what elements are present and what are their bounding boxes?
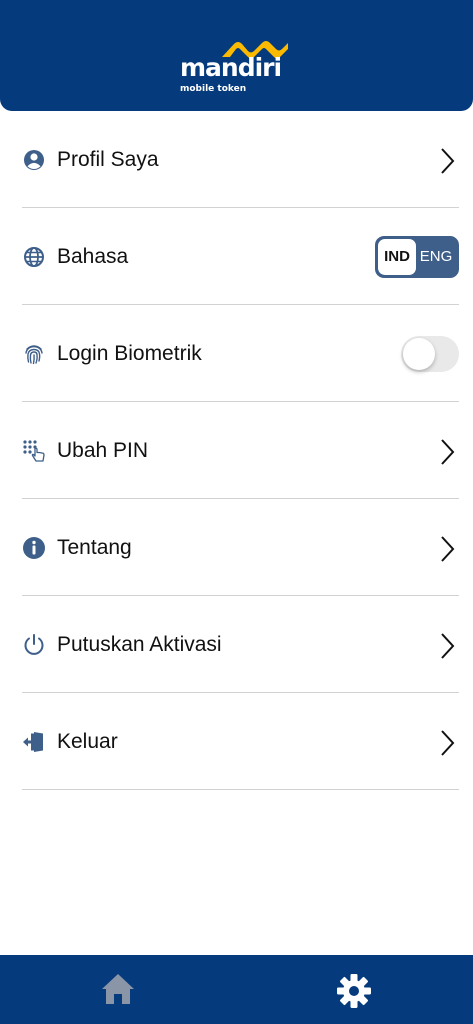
chevron-right-icon — [441, 730, 455, 756]
menu-item-label: Ubah PIN — [57, 439, 149, 462]
power-icon — [24, 634, 44, 655]
biometric-switch[interactable] — [401, 336, 459, 372]
menu-item-language: Bahasa IND ENG — [22, 208, 459, 305]
menu-item-profile[interactable]: Profil Saya — [22, 111, 459, 208]
menu-item-logout[interactable]: Keluar — [22, 693, 459, 790]
info-icon — [23, 537, 45, 559]
tab-settings[interactable] — [237, 955, 473, 1024]
chevron-right-icon — [441, 536, 455, 562]
menu-item-change-pin[interactable]: Ubah PIN — [22, 402, 459, 499]
logout-door-icon — [23, 732, 43, 752]
language-option-eng[interactable]: ENG — [417, 239, 455, 275]
menu-item-label: Putuskan Aktivasi — [57, 633, 222, 656]
chevron-right-icon — [441, 148, 455, 174]
menu-item-deactivate[interactable]: Putuskan Aktivasi — [22, 596, 459, 693]
switch-knob — [403, 338, 435, 370]
menu-item-biometric: Login Biometrik — [22, 305, 459, 402]
menu-item-label: Keluar — [57, 730, 118, 753]
menu-item-label: Login Biometrik — [57, 342, 202, 365]
logo-text: mandiri — [180, 53, 282, 82]
logo-subtitle: mobile token — [180, 84, 247, 94]
menu-item-label: Bahasa — [57, 245, 129, 268]
mandiri-logo: mandiri mobile token — [178, 40, 298, 100]
language-option-ind[interactable]: IND — [378, 239, 416, 275]
chevron-right-icon — [441, 439, 455, 465]
settings-menu: Profil Saya Bahasa IND ENG Login Biometr… — [22, 111, 459, 790]
tab-home[interactable] — [0, 955, 236, 1024]
menu-item-about[interactable]: Tentang — [22, 499, 459, 596]
bottom-nav — [0, 955, 473, 1024]
app-header: mandiri mobile token — [0, 0, 473, 111]
pin-keypad-icon — [23, 440, 45, 462]
globe-icon — [24, 247, 44, 267]
settings-screen: mandiri mobile token Profil Saya Bahasa … — [0, 0, 473, 1024]
chevron-right-icon — [441, 633, 455, 659]
language-toggle[interactable]: IND ENG — [375, 236, 459, 278]
fingerprint-icon — [25, 345, 43, 365]
user-circle-icon — [24, 150, 44, 170]
menu-item-label: Profil Saya — [57, 148, 159, 171]
gear-icon — [337, 974, 371, 1008]
menu-item-label: Tentang — [57, 536, 132, 559]
home-icon — [102, 974, 134, 1004]
